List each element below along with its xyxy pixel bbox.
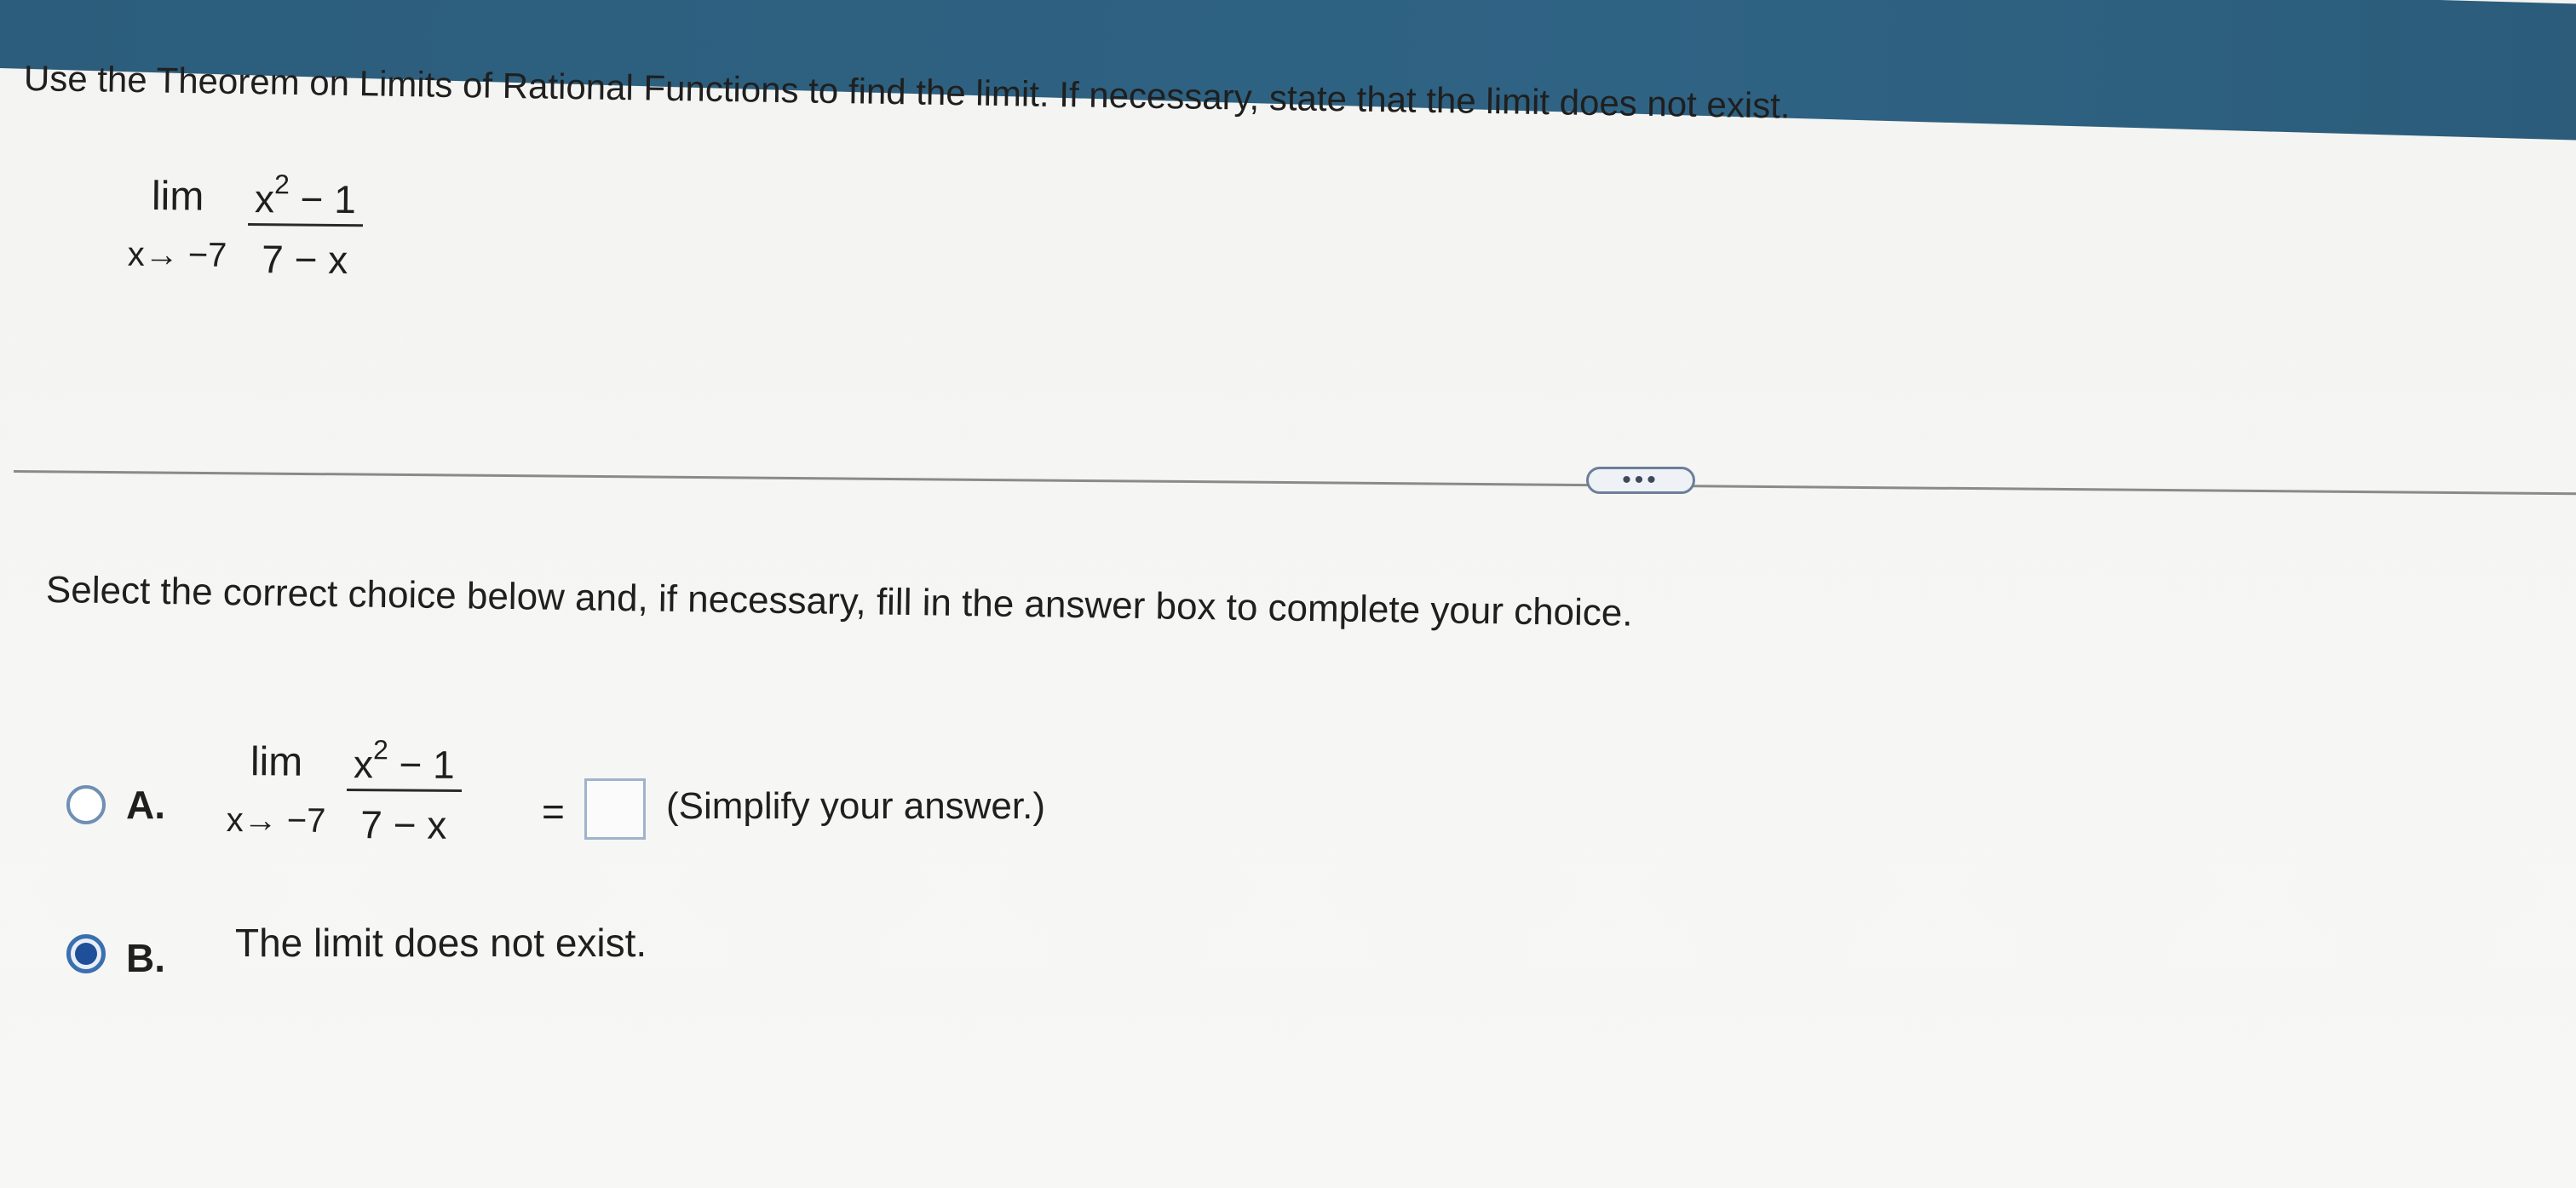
more-options-button[interactable]: ••• bbox=[1586, 467, 1695, 494]
choice-b-radio-dot bbox=[75, 943, 97, 965]
question-panel: Use the Theorem on Limits of Rational Fu… bbox=[0, 0, 2576, 1188]
choice-a-numerator: x2 − 1 bbox=[347, 734, 462, 789]
fraction-numerator: x2 − 1 bbox=[248, 169, 363, 224]
choice-b-letter: B. bbox=[126, 936, 165, 980]
question-prompt: Use the Theorem on Limits of Rational Fu… bbox=[23, 58, 1791, 126]
lim-word: lim bbox=[151, 174, 204, 220]
choice-a-radio[interactable] bbox=[66, 785, 106, 824]
numerator-base: x bbox=[254, 176, 275, 221]
choice-b-text: The limit does not exist. bbox=[235, 921, 647, 965]
choice-a-limit-expression: lim x→ −7 x2 − 1 7 − x bbox=[226, 734, 462, 848]
fraction-denominator: 7 − x bbox=[262, 237, 348, 283]
section-divider bbox=[13, 470, 2576, 496]
choice-b[interactable]: B. bbox=[66, 927, 165, 981]
choice-b-radio[interactable] bbox=[66, 934, 106, 973]
choice-a-numerator-exponent: 2 bbox=[372, 734, 388, 766]
choice-a[interactable]: A. bbox=[66, 782, 165, 828]
limit-operator: lim x→ −7 bbox=[127, 174, 228, 275]
choice-a-simplify-note: (Simplify your answer.) bbox=[666, 785, 1046, 827]
numerator-rest: − 1 bbox=[289, 176, 357, 222]
choice-a-answer-box[interactable] bbox=[584, 778, 646, 840]
limit-fraction: x2 − 1 7 − x bbox=[247, 169, 363, 283]
numerator-exponent: 2 bbox=[273, 169, 290, 200]
limit-approach: x→ −7 bbox=[127, 235, 227, 274]
choice-a-denominator: 7 − x bbox=[360, 802, 447, 847]
choice-a-numerator-base: x bbox=[353, 742, 374, 787]
choice-a-limit-approach: x→ −7 bbox=[226, 801, 326, 840]
choice-a-letter: A. bbox=[126, 783, 165, 827]
choice-instruction: Select the correct choice below and, if … bbox=[45, 569, 1633, 634]
choice-a-lim-word: lim bbox=[250, 739, 303, 785]
limit-expression: lim x→ −7 x2 − 1 7 − x bbox=[127, 169, 363, 283]
choice-a-limit-operator: lim x→ −7 bbox=[226, 739, 327, 841]
choice-a-equals-sign: = bbox=[542, 789, 565, 834]
choice-a-numerator-rest: − 1 bbox=[388, 742, 455, 787]
choice-a-fraction: x2 − 1 7 − x bbox=[346, 734, 462, 848]
